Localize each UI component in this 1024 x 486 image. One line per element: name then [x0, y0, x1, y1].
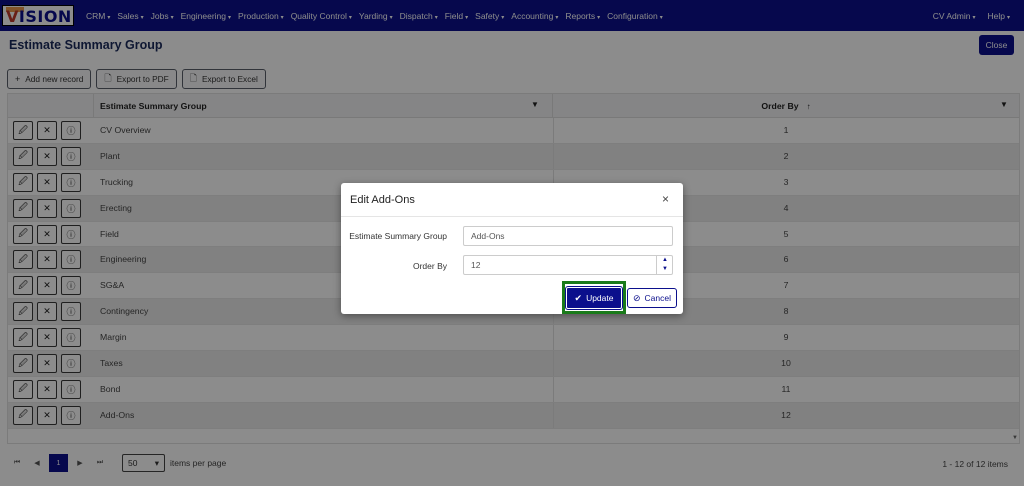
group-name-input[interactable]	[463, 226, 673, 246]
ban-icon: ⊘	[632, 292, 641, 303]
update-button[interactable]: ✔ Update	[565, 286, 623, 310]
dialog-title: Edit Add-Ons	[350, 194, 415, 206]
order-field-label: Order By	[412, 261, 447, 271]
dialog-header: Edit Add-Ons ×	[341, 183, 683, 217]
group-field-label: Estimate Summary Group	[349, 231, 447, 241]
order-spinner[interactable]: ▲ ▼	[656, 255, 673, 275]
increment-icon[interactable]: ▲	[662, 257, 668, 263]
decrement-icon[interactable]: ▼	[662, 266, 668, 272]
order-by-stepper[interactable]	[463, 255, 673, 275]
cancel-button[interactable]: ⊘ Cancel	[627, 288, 677, 308]
check-icon: ✔	[574, 292, 583, 303]
close-icon[interactable]: ×	[662, 192, 669, 206]
